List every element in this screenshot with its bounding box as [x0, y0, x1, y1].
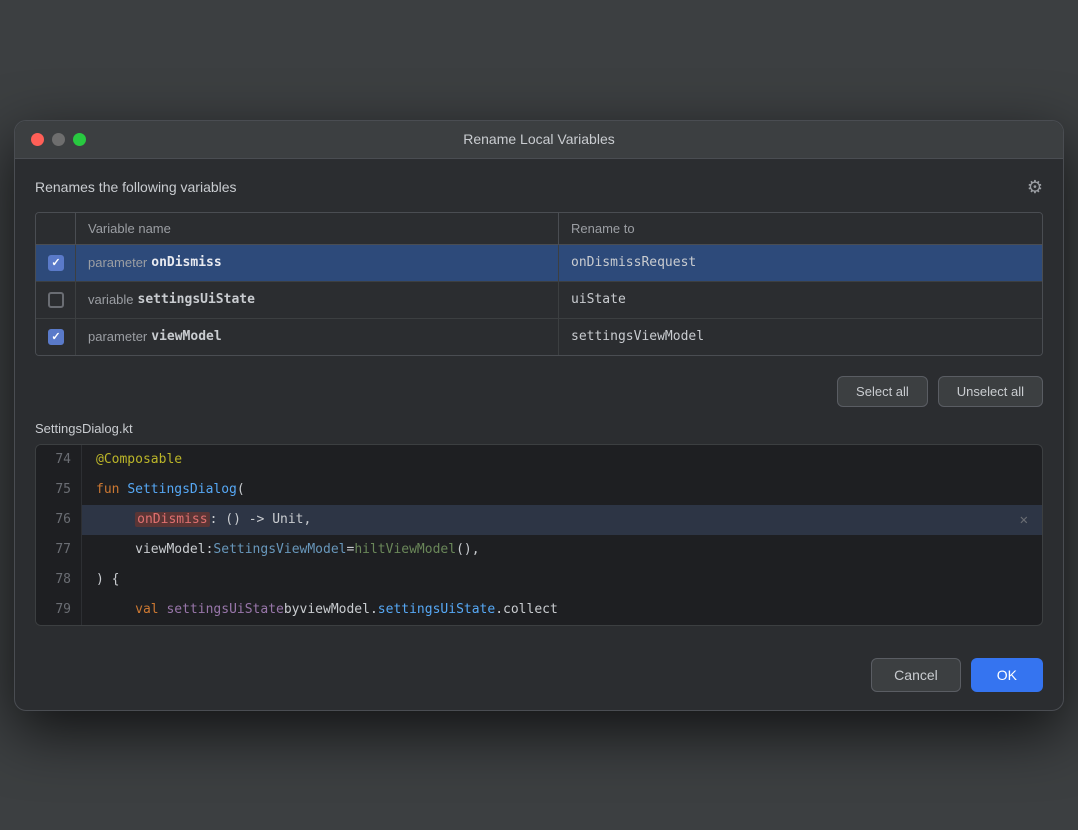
maximize-button[interactable]: [73, 133, 86, 146]
table-row: ✓ parameter onDismiss onDismissRequest: [36, 245, 1042, 282]
row3-variable-name: parameter viewModel: [76, 319, 559, 355]
row1-variable-name: parameter onDismiss: [76, 245, 559, 281]
by-79: by: [284, 602, 300, 617]
keyword-fun: fun: [96, 482, 127, 497]
unselect-all-button[interactable]: Unselect all: [938, 376, 1043, 407]
line-number-75: 75: [36, 475, 82, 505]
type-settingsviewmodel: SettingsViewModel: [213, 542, 346, 557]
row2-rename-to: uiState: [559, 282, 1042, 318]
method-settingsuistate: settingsUiState: [378, 602, 495, 617]
row2-checkbox[interactable]: [48, 292, 64, 308]
table-row: ✓ parameter viewModel settingsViewModel: [36, 319, 1042, 355]
code-container: 74 @Composable 75 fun SettingsDialog ( 7…: [35, 444, 1043, 626]
code-line-75: 75 fun SettingsDialog (: [36, 475, 1042, 505]
row3-var-type: parameter: [88, 329, 147, 344]
closing-paren-78: ) {: [96, 572, 119, 587]
selection-button-row: Select all Unselect all: [35, 370, 1043, 421]
window-title: Rename Local Variables: [463, 131, 615, 147]
row2-checkbox-cell[interactable]: [36, 282, 76, 318]
close-icon[interactable]: ✕: [1020, 512, 1028, 528]
hilt-viewmodel: hiltViewModel: [354, 542, 456, 557]
param-ondismiss: onDismiss: [135, 512, 209, 527]
code-content-78: ) {: [82, 565, 1042, 595]
traffic-lights: [31, 133, 86, 146]
minimize-button[interactable]: [52, 133, 65, 146]
row2-variable-name: variable settingsUiState: [76, 282, 559, 318]
table-header: Variable name Rename to: [36, 213, 1042, 245]
indent-79: [96, 602, 135, 617]
code-line-79: 79 val settingsUiState by viewModel. set…: [36, 595, 1042, 625]
paren-open: (: [237, 482, 245, 497]
dialog-footer: Cancel OK: [15, 644, 1063, 710]
code-line-77: 77 viewModel: SettingsViewModel = hiltVi…: [36, 535, 1042, 565]
code-line-78: 78 ) {: [36, 565, 1042, 595]
row3-rename-value: settingsViewModel: [571, 329, 704, 344]
var-settingsuistate: settingsUiState: [166, 602, 283, 617]
select-all-button[interactable]: Select all: [837, 376, 928, 407]
code-filename: SettingsDialog.kt: [35, 421, 1043, 436]
code-content-74: @Composable: [82, 445, 1042, 475]
cancel-button[interactable]: Cancel: [871, 658, 961, 692]
row1-rename-to: onDismissRequest: [559, 245, 1042, 281]
code-content-76: onDismiss : () -> Unit, ✕: [82, 505, 1042, 535]
indent-76: [96, 512, 135, 527]
row1-var-type: parameter: [88, 255, 147, 270]
line-number-79: 79: [36, 595, 82, 625]
paren-77: (),: [456, 542, 479, 557]
viewmodel-ref-79: viewModel.: [300, 602, 378, 617]
header-variable-name: Variable name: [76, 213, 559, 244]
gear-icon[interactable]: ⚙: [1027, 177, 1043, 198]
dialog-content: Renames the following variables ⚙ Variab…: [15, 159, 1063, 644]
code-content-79: val settingsUiState by viewModel. settin…: [82, 595, 1042, 625]
subtitle-row: Renames the following variables ⚙: [35, 177, 1043, 198]
indent-77: [96, 542, 135, 557]
viewmodel-param: viewModel:: [135, 542, 213, 557]
header-checkbox-col: [36, 213, 76, 244]
ok-button[interactable]: OK: [971, 658, 1043, 692]
line-number-78: 78: [36, 565, 82, 595]
row3-rename-to: settingsViewModel: [559, 319, 1042, 355]
subtitle-text: Renames the following variables: [35, 179, 237, 195]
row3-var-name: viewModel: [151, 329, 221, 344]
row3-checkbox-cell[interactable]: ✓: [36, 319, 76, 355]
variables-table: Variable name Rename to ✓ parameter onDi…: [35, 212, 1043, 356]
eq-77: =: [346, 542, 354, 557]
row2-var-name: settingsUiState: [138, 292, 255, 307]
row2-var-type: variable: [88, 292, 134, 307]
code-line-74: 74 @Composable: [36, 445, 1042, 475]
rename-dialog: Rename Local Variables Renames the follo…: [14, 120, 1064, 711]
code-content-77: viewModel: SettingsViewModel = hiltViewM…: [82, 535, 1042, 565]
code-content-75: fun SettingsDialog (: [82, 475, 1042, 505]
row1-rename-value: onDismissRequest: [571, 255, 696, 270]
title-bar: Rename Local Variables: [15, 121, 1063, 159]
keyword-val: val: [135, 602, 166, 617]
row3-checkbox[interactable]: ✓: [48, 329, 64, 345]
function-name: SettingsDialog: [127, 482, 237, 497]
close-button[interactable]: [31, 133, 44, 146]
colon-76: : () -> Unit,: [210, 512, 312, 527]
table-row: variable settingsUiState uiState: [36, 282, 1042, 319]
line-number-77: 77: [36, 535, 82, 565]
check-icon: ✓: [51, 256, 60, 269]
annotation-composable: @Composable: [96, 452, 182, 467]
line-number-74: 74: [36, 445, 82, 475]
row2-rename-value: uiState: [571, 292, 626, 307]
row1-checkbox[interactable]: ✓: [48, 255, 64, 271]
collect-79: .collect: [495, 602, 558, 617]
row1-checkbox-cell[interactable]: ✓: [36, 245, 76, 281]
check-icon: ✓: [51, 330, 60, 343]
line-number-76: 76: [36, 505, 82, 535]
code-line-76: 76 onDismiss : () -> Unit, ✕: [36, 505, 1042, 535]
row1-var-name: onDismiss: [151, 255, 221, 270]
header-rename-to: Rename to: [559, 213, 1042, 244]
